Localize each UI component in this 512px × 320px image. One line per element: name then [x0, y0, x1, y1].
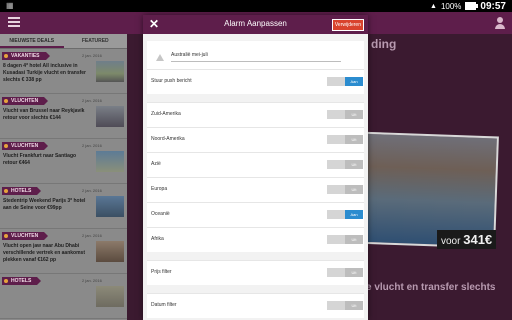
deals-panel: NIEUWSTE DEALS FEATURED VAKANTIES 2 jan.… [0, 34, 127, 320]
region-row-oceanie: Oceanië Aan [147, 202, 364, 227]
category-badge: VLUCHTEN [2, 142, 49, 150]
price-filter-label: Prijs filter [151, 269, 172, 275]
deal-date: 2 jan. 2016 [82, 53, 102, 58]
detail-title-fragment: ding [371, 37, 397, 51]
user-icon[interactable] [495, 17, 505, 29]
region-toggle[interactable]: Uit [327, 185, 363, 194]
region-toggle[interactable]: Uit [327, 160, 363, 169]
deal-title: Vlucht van Brussel naar Reykjavík retour… [3, 108, 85, 121]
toggle-state: Aan [345, 77, 363, 86]
region-label: Afrika [151, 236, 164, 242]
deal-thumbnail [96, 241, 124, 262]
region-toggle[interactable]: Uit [327, 110, 363, 119]
region-label: Zuid-Amerika [151, 111, 181, 117]
price-filter-row: Prijs filter Uit [147, 260, 364, 285]
deals-tabs: NIEUWSTE DEALS FEATURED [0, 34, 127, 49]
region-row-europa: Europa Uit [147, 177, 364, 202]
region-row-noord-amerika: Noord-Amerika Uit [147, 127, 364, 152]
category-badge: VLUCHTEN [2, 232, 49, 240]
price-value: 341€ [463, 232, 493, 247]
price-tag: voor 341€ [437, 230, 497, 249]
dialog-header: ✕ Alarm Aanpassen Verwijderen [143, 15, 368, 34]
deal-thumbnail [96, 151, 124, 172]
deal-date: 2 jan. 2016 [82, 98, 102, 103]
price-prefix: voor [441, 236, 461, 247]
detail-text-fragment: e vlucht en transfer slechts [366, 282, 496, 293]
toggle-state: Uit [345, 185, 363, 194]
deal-title: 8 dagen 4* hotel All inclusive in Kusada… [3, 63, 86, 83]
deal-thumbnail [96, 106, 124, 127]
region-row-azie: Azië Uit [147, 152, 364, 177]
region-row-zuid-amerika: Zuid-Amerika Uit [147, 102, 364, 127]
signal-icon: ▲ [430, 2, 437, 10]
alarm-name-row [147, 41, 364, 69]
category-badge: VLUCHTEN [2, 97, 49, 105]
deal-title: Vlucht open jaw naar Abu Dhabi verschill… [3, 243, 85, 263]
region-label: Europa [151, 186, 168, 192]
toggle-state: Uit [345, 160, 363, 169]
toggle-state: Uit [345, 301, 363, 310]
dialog-body: Stuur push bericht Aan Zuid-Amerika Uit … [147, 41, 364, 318]
deal-item[interactable]: HOTELS 2 jan. 2016 [0, 274, 127, 319]
battery-icon [465, 2, 479, 10]
push-row: Stuur push bericht Aan [147, 69, 364, 94]
date-filter-row: Datum filter Uit [147, 293, 364, 318]
deal-item[interactable]: VLUCHTEN 2 jan. 2016 Vlucht open jaw naa… [0, 229, 127, 274]
toggle-state: Aan [345, 210, 363, 219]
deal-date: 2 jan. 2016 [82, 278, 102, 283]
warning-icon [156, 54, 164, 61]
tab-featured[interactable]: FEATURED [64, 34, 128, 48]
toggle-state: Uit [345, 135, 363, 144]
region-label: Oceanië [151, 211, 170, 217]
toggle-state: Uit [345, 110, 363, 119]
deal-date: 2 jan. 2016 [82, 143, 102, 148]
region-toggle[interactable]: Aan [327, 210, 363, 219]
region-label: Noord-Amerika [151, 136, 185, 142]
date-filter-toggle[interactable]: Uit [327, 301, 363, 310]
deal-item[interactable]: HOTELS 2 jan. 2016 Stedentrip Weekend Pa… [0, 184, 127, 229]
deal-date: 2 jan. 2016 [82, 233, 102, 238]
deal-item[interactable]: VAKANTIES 2 jan. 2016 8 dagen 4* hotel A… [0, 49, 127, 94]
app-notification-icon: ▦ [6, 1, 14, 10]
category-badge: HOTELS [2, 187, 42, 195]
toggle-state: Uit [345, 268, 363, 277]
deal-thumbnail [96, 286, 124, 307]
deal-item[interactable]: VLUCHTEN 2 jan. 2016 Vlucht Frankfurt na… [0, 139, 127, 184]
battery-percent: 100% [440, 1, 462, 11]
deal-title: Vlucht Frankfurt naar Santiago retour €4… [3, 153, 77, 166]
category-badge: VAKANTIES [2, 52, 50, 60]
deal-thumbnail [96, 196, 124, 217]
region-toggle[interactable]: Uit [327, 135, 363, 144]
toggle-off-segment [327, 77, 345, 86]
push-toggle[interactable]: Aan [327, 77, 363, 86]
deal-thumbnail [96, 61, 124, 82]
deal-title: Stedentrip Weekend Parijs 3* hotel aan d… [3, 198, 86, 211]
deal-date: 2 jan. 2016 [82, 188, 102, 193]
region-row-afrika: Afrika Uit [147, 227, 364, 252]
region-label: Azië [151, 161, 161, 167]
category-badge: HOTELS [2, 277, 42, 285]
region-toggle[interactable]: Uit [327, 235, 363, 244]
deal-item[interactable]: VLUCHTEN 2 jan. 2016 Vlucht van Brussel … [0, 94, 127, 139]
date-filter-label: Datum filter [151, 302, 177, 308]
alarm-name-input[interactable] [171, 49, 341, 62]
price-filter-toggle[interactable]: Uit [327, 268, 363, 277]
menu-icon[interactable] [8, 17, 20, 28]
delete-button[interactable]: Verwijderen [331, 19, 364, 31]
toggle-state: Uit [345, 235, 363, 244]
tab-latest-deals[interactable]: NIEUWSTE DEALS [0, 34, 64, 48]
clock: 09:57 [480, 0, 506, 12]
status-bar: ▦ ▲ 100% 09:57 [0, 0, 512, 12]
push-label: Stuur push bericht [151, 78, 192, 84]
edit-alarm-dialog: ✕ Alarm Aanpassen Verwijderen Stuur push… [143, 15, 368, 320]
